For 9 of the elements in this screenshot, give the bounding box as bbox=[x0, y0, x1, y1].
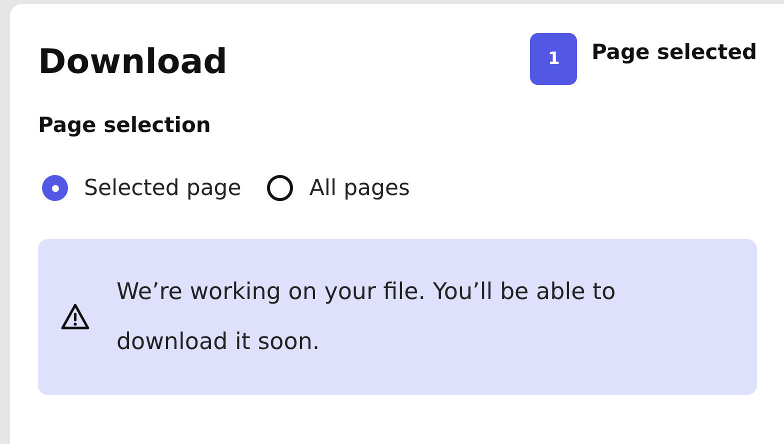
section-heading: Page selection bbox=[38, 113, 212, 137]
alert-message: We’re working on your file. You’ll be able to download it soon. bbox=[116, 278, 617, 357]
badge-label: Page selected bbox=[591, 40, 757, 64]
radio-option[interactable]: All pages bbox=[263, 175, 410, 201]
radio-button[interactable] bbox=[42, 175, 68, 201]
radio-option[interactable]: Selected page bbox=[38, 175, 242, 201]
dialog-title: Download bbox=[38, 42, 228, 82]
radio-button[interactable] bbox=[267, 175, 294, 201]
count-badge: 1 bbox=[530, 33, 578, 85]
